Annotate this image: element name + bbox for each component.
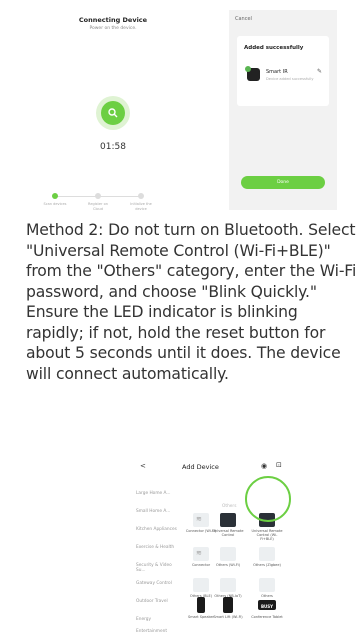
edit-icon[interactable]: ✎ (317, 68, 322, 75)
add-device-screen: < Add Device ◉ ⊡ Large Home A... Small H… (136, 457, 306, 635)
progress-steps: Scan devices Register on Cloud Initializ… (43, 193, 183, 213)
tile-image (223, 597, 233, 613)
tile-image (197, 597, 205, 613)
added-screen: Cancel Added successfully Smart IR Devic… (229, 10, 337, 210)
step-dot-3 (138, 193, 144, 199)
category-item[interactable]: Kitchen Appliances (136, 527, 178, 532)
tile-label: Others (Zigbee) (253, 563, 281, 567)
done-button[interactable]: Done (241, 176, 325, 189)
card-title: Added successfully (244, 45, 304, 51)
status-dot (245, 66, 251, 72)
tile-label: Others (Wi-Fi) (216, 563, 240, 567)
add-device-title: Add Device (182, 463, 219, 471)
device-desc: Device added successfully (266, 77, 314, 81)
wifi-icon: ≋ (196, 549, 202, 557)
tile-image: ≋ (193, 547, 209, 561)
connecting-screen: Connecting Device Power on the device. 0… (38, 10, 188, 213)
scan-icon[interactable]: ◉ (261, 462, 267, 470)
search-icon (101, 101, 125, 125)
tile-image (259, 578, 275, 592)
tile-image (193, 578, 209, 592)
tile-image (259, 547, 275, 561)
search-ring (96, 96, 130, 130)
instruction-paragraph: Method 2: Do not turn on Bluetooth. Sele… (26, 221, 357, 383)
category-item[interactable]: Outdoor Travel (136, 599, 178, 604)
category-item[interactable]: Large Home A... (136, 491, 178, 496)
success-card: Added successfully Smart IR Device added… (237, 36, 329, 106)
highlight-circle (245, 476, 291, 522)
tile-image (220, 547, 236, 561)
tile-label: Smart Lift (Wi-Fi) (213, 615, 243, 619)
section-label: Others (222, 504, 237, 509)
tile-image (220, 513, 236, 527)
step-dot-1 (52, 193, 58, 199)
tile-image: BUSY (258, 600, 276, 610)
tile-conference-tablet[interactable]: BUSY Conference Tablet (251, 597, 283, 639)
step-label-2: Register on Cloud (88, 202, 108, 211)
category-item[interactable]: Energy (136, 617, 178, 622)
category-item[interactable]: Exercise & Health (136, 545, 178, 550)
device-name: Smart IR (266, 69, 288, 75)
cancel-link[interactable]: Cancel (235, 16, 252, 22)
tile-label: Universal Remote Control (212, 529, 244, 538)
wifi-icon: ≋ (196, 515, 202, 523)
category-item[interactable]: Gateway Control (136, 581, 178, 586)
step-dot-2 (95, 193, 101, 199)
busy-label: BUSY (261, 604, 274, 609)
tile-smart-speaker[interactable]: Smart Speaker (187, 597, 214, 639)
top-screenshots: Connecting Device Power on the device. 0… (0, 0, 357, 215)
tile-image: ≋ (193, 513, 209, 527)
back-icon[interactable]: < (140, 462, 146, 470)
tile-smart-lift[interactable]: Smart Lift (Wi-Fi) (213, 597, 243, 639)
category-item[interactable]: Security & Video Su... (136, 563, 178, 573)
countdown-timer: 01:58 (100, 142, 126, 152)
device-icon (245, 66, 260, 81)
qr-icon[interactable]: ⊡ (276, 461, 282, 469)
step-label-1: Scan devices (43, 202, 67, 206)
connecting-title: Connecting Device (78, 16, 148, 24)
tile-label: Universal Remote Control (Wi-Fi+BLE) (251, 529, 283, 542)
tile-label: Conference Tablet (251, 615, 283, 619)
connecting-subtitle: Power on the device. (89, 26, 137, 31)
category-item[interactable]: Small Home A... (136, 509, 178, 514)
step-label-3: Initialize the device (130, 202, 152, 211)
tile-image (220, 578, 236, 592)
category-item[interactable]: Entertainment (136, 629, 178, 634)
